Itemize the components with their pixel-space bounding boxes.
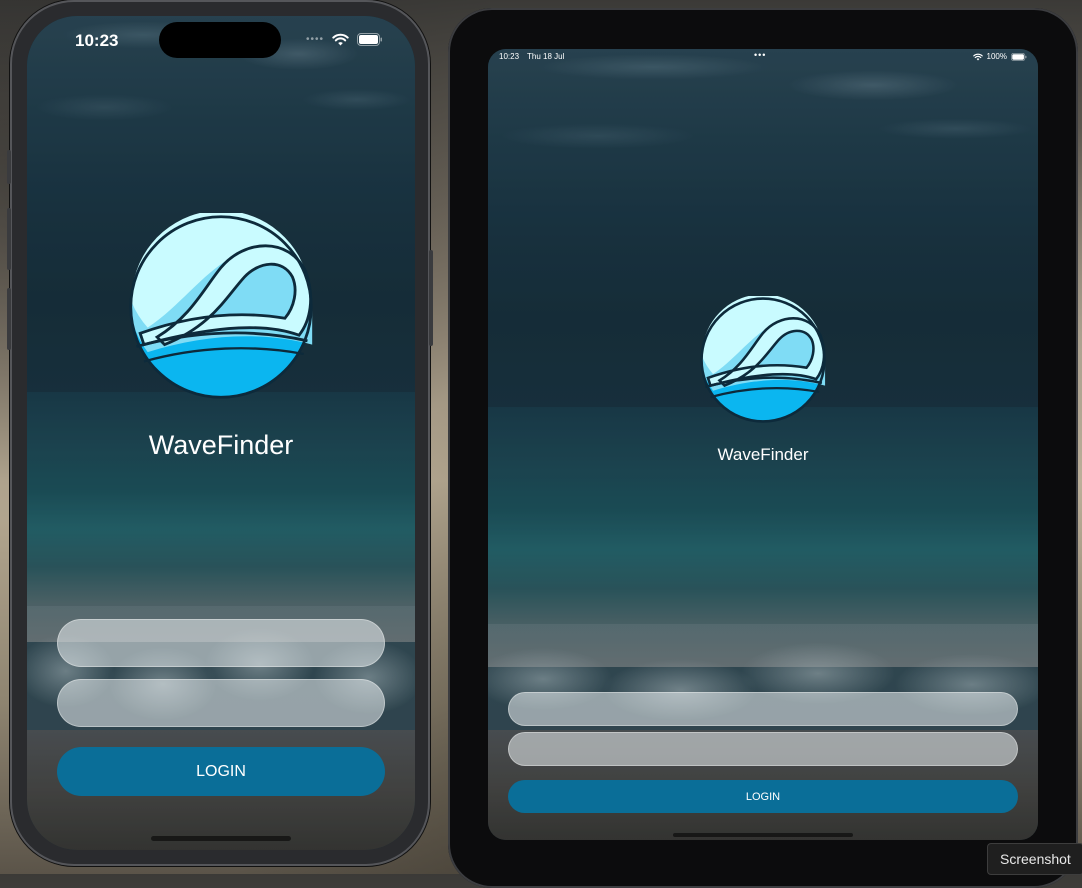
status-icons: ••••	[306, 33, 383, 46]
multitask-dots-icon[interactable]: •••	[754, 50, 766, 60]
status-time: 10:23	[499, 52, 520, 61]
iphone-action-button	[7, 150, 11, 184]
username-field[interactable]	[508, 692, 1018, 726]
wave-logo-icon	[700, 296, 826, 423]
tooltip-label: Screenshot	[1000, 851, 1071, 867]
ipad-screen: 10:23 Thu 18 Jul ••• 100% WaveFinder LOG…	[488, 49, 1038, 840]
login-button-label: LOGIN	[745, 790, 781, 803]
battery-icon	[357, 33, 382, 46]
login-button-label: LOGIN	[196, 762, 246, 780]
status-date: Thu 18 Jul	[527, 52, 565, 61]
battery-percent: 100%	[986, 52, 1007, 61]
password-field[interactable]	[508, 732, 1018, 766]
status-bar-right: 100%	[972, 52, 1027, 61]
home-indicator[interactable]	[673, 833, 853, 837]
home-indicator[interactable]	[151, 836, 291, 841]
status-bar-left: 10:23 Thu 18 Jul	[499, 52, 564, 61]
iphone-screen: 10:23 •••• WaveFinder LOGIN	[27, 16, 415, 850]
username-field[interactable]	[57, 619, 385, 667]
wave-logo-icon	[129, 213, 313, 399]
screenshot-tooltip: Screenshot	[987, 843, 1082, 875]
login-button[interactable]: LOGIN	[57, 747, 385, 796]
iphone-volume-up-button	[7, 208, 11, 270]
battery-icon	[1011, 52, 1027, 61]
password-field[interactable]	[57, 679, 385, 727]
login-button[interactable]: LOGIN	[508, 780, 1018, 813]
wifi-icon	[332, 33, 349, 46]
wifi-icon	[972, 53, 983, 61]
dynamic-island	[159, 22, 281, 58]
app-name: WaveFinder	[717, 445, 809, 464]
cellular-dots-icon: ••••	[305, 34, 324, 45]
iphone-volume-down-button	[7, 288, 11, 350]
app-name: WaveFinder	[148, 430, 294, 460]
status-time: 10:23	[75, 31, 119, 50]
iphone-power-button	[429, 250, 433, 346]
